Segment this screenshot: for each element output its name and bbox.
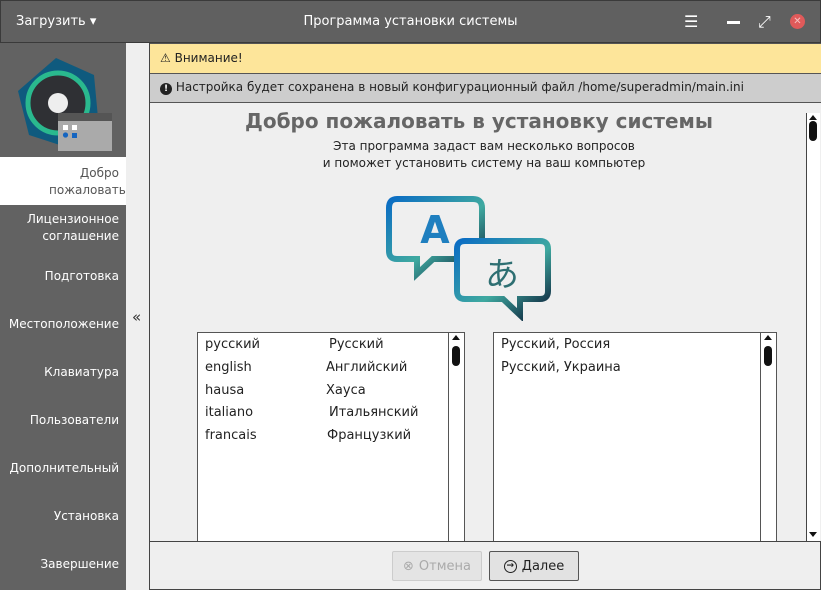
scroll-up-icon[interactable] [764, 335, 772, 340]
cancel-label: Отмена [418, 558, 471, 574]
sidebar-item-additional[interactable]: Дополнительный [0, 444, 126, 492]
warning-banner: ⚠ Внимание! [150, 43, 821, 74]
info-banner: ! Настройка будет сохранена в новый конф… [150, 74, 821, 103]
svg-text:A: A [420, 208, 450, 252]
language-name[interactable]: Хауса [326, 383, 366, 398]
language-code[interactable]: english [205, 360, 252, 375]
next-button[interactable]: → Далее [489, 551, 579, 581]
nav-label: Пользователи [29, 412, 119, 427]
warning-icon: ⚠ [160, 51, 171, 65]
maximize-icon[interactable]: ⤢ [758, 13, 771, 31]
language-name[interactable]: Французкий [327, 428, 411, 443]
scroll-thumb[interactable] [809, 121, 817, 141]
language-code[interactable]: italiano [205, 405, 253, 420]
scroll-down-icon[interactable] [809, 532, 817, 537]
sidebar-item-welcome[interactable]: Добро пожаловать [0, 157, 126, 205]
sidebar: Добро пожаловать Лицензионное соглашение… [0, 43, 126, 590]
sidebar-item-keyboard[interactable]: Клавиатура [0, 348, 126, 396]
locale-list[interactable]: Русский, Россия Русский, Украина [493, 332, 777, 544]
language-list-scrollbar[interactable] [448, 333, 464, 544]
nav-label: Клавиатура [44, 364, 119, 379]
language-code[interactable]: русский [205, 337, 260, 352]
sidebar-item-install[interactable]: Установка [0, 492, 126, 540]
sidebar-item-users[interactable]: Пользователи [0, 396, 126, 444]
subtitle-line-1: Эта программа задаст вам несколько вопро… [333, 139, 635, 153]
title-bar: Загрузить ▾ Программа установки системы … [0, 0, 821, 43]
language-list[interactable]: русский Русский english Английский hausa… [197, 332, 465, 544]
language-code[interactable]: hausa [205, 383, 244, 398]
nav-label: Установка [53, 508, 119, 523]
warning-text: Внимание! [174, 51, 243, 65]
translate-icon: A あ [386, 196, 551, 321]
nav-label: Местоположение [8, 316, 119, 331]
cancel-button[interactable]: ⊗ Отмена [392, 551, 482, 581]
locale-item[interactable]: Русский, Украина [501, 360, 621, 375]
language-name[interactable]: Английский [326, 360, 407, 375]
scroll-thumb[interactable] [764, 346, 772, 366]
nav-label: Добро пожаловать [49, 166, 126, 197]
collapse-icon: « [132, 308, 142, 326]
scroll-up-icon[interactable] [452, 335, 460, 340]
locale-item[interactable]: Русский, Россия [501, 337, 610, 352]
language-code[interactable]: francais [205, 428, 257, 443]
page-title: Добро пожаловать в установку системы [245, 109, 713, 133]
svg-text:あ: あ [485, 255, 519, 295]
sidebar-item-preparation[interactable]: Подготовка [0, 252, 126, 300]
scroll-thumb[interactable] [452, 346, 460, 366]
cancel-icon: ⊗ [403, 558, 414, 574]
sidebar-item-license[interactable]: Лицензионное соглашение [0, 204, 126, 252]
nav-label: Дополнительный [9, 460, 119, 475]
page-scrollbar[interactable] [806, 113, 820, 541]
subtitle-line-2: и поможет установить систему на ваш комп… [322, 156, 646, 170]
info-icon: ! [160, 83, 172, 95]
language-name[interactable]: Итальянский [329, 405, 418, 420]
sidebar-item-finish[interactable]: Завершение [0, 540, 126, 588]
nav-label: Подготовка [44, 268, 119, 283]
next-label: Далее [521, 558, 565, 574]
welcome-page: Добро пожаловать в установку системы Эта… [150, 103, 806, 544]
info-text: Настройка будет сохранена в новый конфиг… [175, 80, 744, 94]
nav-label: Лицензионное соглашение [26, 212, 119, 243]
locale-list-scrollbar[interactable] [760, 333, 776, 544]
footer: ⊗ Отмена → Далее [150, 541, 821, 590]
arrow-right-circle-icon: → [503, 559, 517, 573]
nav-label: Завершение [40, 556, 119, 571]
hamburger-menu-icon[interactable]: ☰ [684, 13, 698, 31]
close-icon[interactable]: ✕ [790, 14, 805, 29]
scroll-up-icon[interactable] [809, 115, 817, 120]
minimize-icon[interactable] [727, 21, 740, 24]
installer-logo-icon [18, 58, 112, 151]
language-name[interactable]: Русский [329, 337, 384, 352]
sidebar-item-location[interactable]: Местоположение [0, 300, 126, 348]
